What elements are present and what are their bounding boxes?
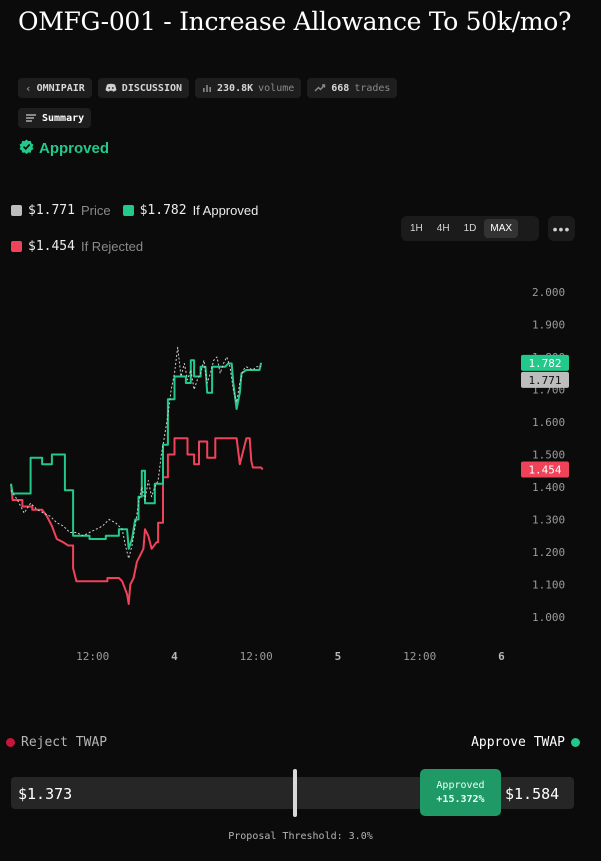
y-tick-label: 1.400 (532, 481, 565, 494)
y-tick-label: 1.100 (532, 579, 565, 592)
chevron-left-icon: ‹ (25, 81, 32, 95)
approve-twap-legend: Approve TWAP (471, 735, 580, 750)
end-label: 1.771 (528, 374, 561, 387)
outcome-pill: Approved +15.372% (420, 769, 501, 816)
legend-bottom: $1.454 If Rejected (11, 239, 143, 254)
page-title: OMFG-001 - Increase Allowance To 50k/mo? (18, 7, 572, 36)
rejected-value: $1.454 (28, 239, 75, 254)
omnipair-label: OMNIPAIR (36, 82, 85, 94)
timeframe-1d[interactable]: 1D (458, 219, 483, 238)
omnipair-chip[interactable]: ‹ OMNIPAIR (18, 78, 92, 98)
rejected-label: If Rejected (80, 239, 144, 254)
meta-chips: ‹ OMNIPAIR DISCUSSION 230.8K volume 668 … (18, 78, 398, 98)
x-tick-label: 12:00 (403, 650, 436, 663)
summary-button[interactable]: Summary (18, 108, 92, 128)
volume-label: volume (258, 82, 295, 94)
volume-value: 230.8K (217, 82, 254, 94)
trend-icon (314, 83, 326, 93)
y-tick-label: 2.000 (532, 286, 565, 299)
timeframe-4h[interactable]: 4H (431, 219, 456, 238)
x-tick-label: 4 (171, 650, 178, 663)
timeframe-1h[interactable]: 1H (404, 219, 429, 238)
legend-top: $1.771 Price $1.782 If Approved (11, 203, 258, 218)
discussion-label: DISCUSSION (121, 82, 183, 94)
reject-twap-legend: Reject TWAP (6, 735, 107, 750)
status-text: Approved (39, 140, 110, 157)
y-tick-label: 1.000 (532, 611, 565, 624)
reject-twap-value: $1.373 (18, 785, 73, 803)
x-tick-label: 12:00 (240, 650, 273, 663)
proposal-threshold: Proposal Threshold: 3.0% (228, 831, 373, 842)
price-chart: 1.0001.1001.2001.3001.4001.5001.6001.700… (10, 286, 569, 663)
summary-label: Summary (42, 112, 85, 124)
approve-dot (571, 738, 580, 747)
ellipsis-icon: ••• (552, 220, 571, 237)
pill-status: Approved (436, 780, 485, 791)
pill-delta: +15.372% (436, 794, 485, 805)
price-value: $1.771 (28, 203, 75, 218)
series-line-price (10, 346, 262, 559)
price-label: Price (80, 203, 111, 218)
discord-icon (105, 83, 117, 93)
timeframe-selector: 1H 4H 1D MAX (401, 216, 539, 241)
y-tick-label: 1.500 (532, 449, 565, 462)
y-tick-label: 1.200 (532, 546, 565, 559)
x-tick-label: 12:00 (76, 650, 109, 663)
threshold-marker (293, 769, 297, 817)
series-line-if-rejected (10, 437, 264, 605)
x-tick-label: 6 (498, 650, 505, 663)
approved-label: If Approved (192, 203, 259, 218)
status-badge: Approved (19, 139, 109, 158)
trades-value: 668 (331, 82, 350, 94)
end-label: 1.782 (528, 357, 561, 370)
volume-chip: 230.8K volume (195, 78, 302, 98)
approve-twap-value: $1.584 (505, 785, 560, 803)
trades-chip: 668 trades (307, 78, 398, 98)
approved-value: $1.782 (139, 203, 187, 218)
y-tick-label: 1.900 (532, 319, 565, 332)
end-label: 1.454 (528, 463, 561, 476)
approve-twap-label: Approve TWAP (471, 735, 565, 750)
reject-twap-label: Reject TWAP (21, 735, 108, 750)
verified-check-icon (19, 139, 34, 158)
summary-list-icon (25, 113, 37, 123)
rejected-swatch (11, 241, 22, 252)
timeframe-max[interactable]: MAX (484, 219, 519, 238)
trades-label: trades (354, 82, 391, 94)
bar-chart-icon (202, 83, 212, 93)
price-swatch (11, 205, 22, 216)
y-tick-label: 1.600 (532, 416, 565, 429)
reject-dot (6, 738, 15, 747)
y-tick-label: 1.300 (532, 514, 565, 527)
more-options-button[interactable]: ••• (548, 216, 575, 241)
discussion-chip[interactable]: DISCUSSION (97, 78, 190, 98)
approved-swatch (122, 205, 134, 216)
x-tick-label: 5 (335, 650, 342, 663)
